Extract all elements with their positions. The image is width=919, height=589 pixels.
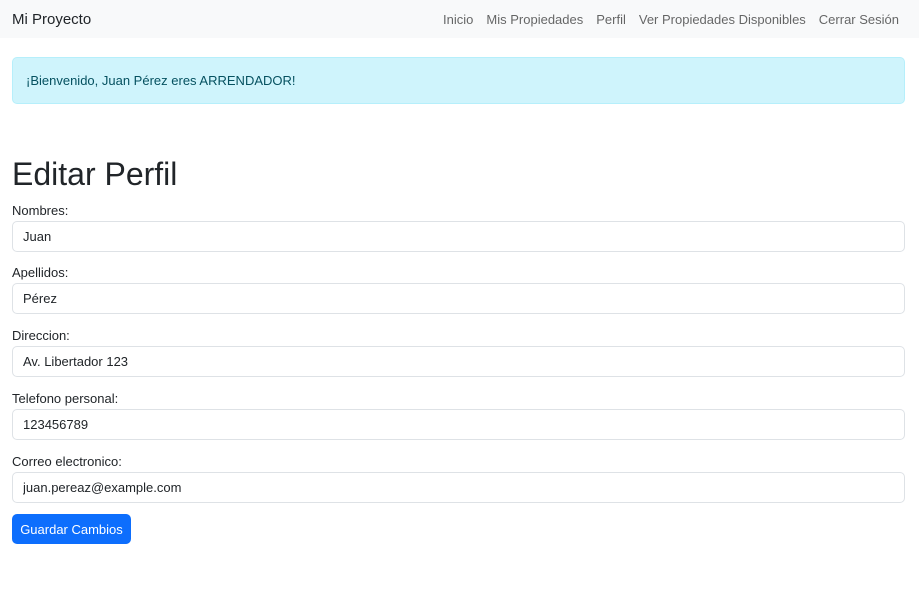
nav-links: Inicio Mis Propiedades Perfil Ver Propie… — [430, 12, 907, 27]
telefono-label: Telefono personal: — [12, 391, 119, 406]
nav-link-cerrar-sesion[interactable]: Cerrar Sesión — [819, 12, 899, 27]
nombres-input[interactable] — [12, 221, 905, 252]
nav-link-mis-propiedades[interactable]: Mis Propiedades — [486, 12, 583, 27]
nav-link-perfil[interactable]: Perfil — [596, 12, 626, 27]
direccion-field-group: Direccion: — [12, 328, 905, 377]
apellidos-field-group: Apellidos: — [12, 265, 905, 314]
navbar: Mi Proyecto Inicio Mis Propiedades Perfi… — [0, 0, 919, 38]
apellidos-label: Apellidos: — [12, 265, 69, 280]
apellidos-input[interactable] — [12, 283, 905, 314]
navbar-brand[interactable]: Mi Proyecto — [12, 11, 91, 28]
nombres-field-group: Nombres: — [12, 203, 905, 252]
correo-label: Correo electronico: — [12, 454, 122, 469]
telefono-input[interactable] — [12, 409, 905, 440]
page-title: Editar Perfil — [12, 156, 178, 192]
nav-link-inicio[interactable]: Inicio — [443, 12, 473, 27]
direccion-input[interactable] — [12, 346, 905, 377]
nombres-label: Nombres: — [12, 203, 69, 218]
correo-field-group: Correo electronico: — [12, 454, 905, 503]
telefono-field-group: Telefono personal: — [12, 391, 905, 440]
welcome-alert-text: ¡Bienvenido, Juan Pérez eres ARRENDADOR! — [26, 73, 296, 88]
welcome-alert: ¡Bienvenido, Juan Pérez eres ARRENDADOR! — [12, 57, 905, 104]
correo-input[interactable] — [12, 472, 905, 503]
save-changes-button[interactable]: Guardar Cambios — [12, 514, 131, 544]
direccion-label: Direccion: — [12, 328, 70, 343]
nav-link-ver-propiedades[interactable]: Ver Propiedades Disponibles — [639, 12, 806, 27]
